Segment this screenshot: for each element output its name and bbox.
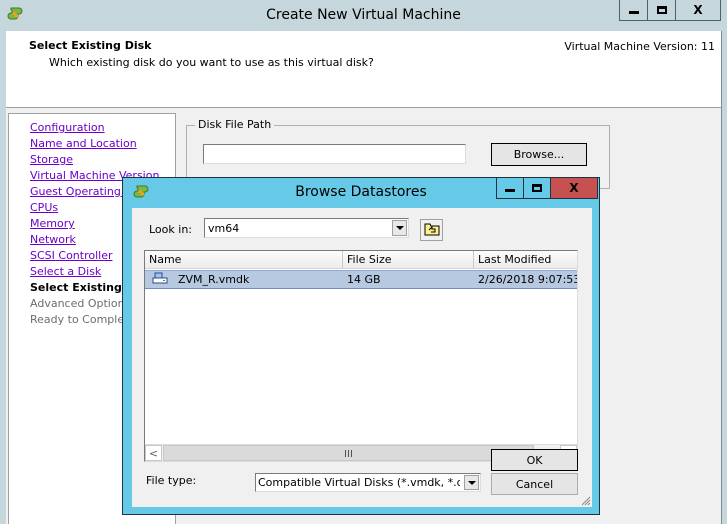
dialog-maximize-button[interactable] xyxy=(524,178,551,198)
file-size-cell: 14 GB xyxy=(347,273,381,286)
dialog-window-controls: X xyxy=(496,178,598,199)
virtual-disk-icon xyxy=(152,272,168,287)
chevron-left-icon: < xyxy=(148,446,159,460)
file-modified-cell: 2/26/2018 9:07:53 PM xyxy=(478,273,577,286)
look-in-dropdown-arrow[interactable] xyxy=(392,220,407,236)
nav-item-name-and-location[interactable]: Name and Location xyxy=(30,136,165,152)
ok-button[interactable]: OK xyxy=(491,449,578,471)
create-vm-window: Create New Virtual Machine X Select Exis… xyxy=(0,0,727,524)
scrollbar-thumb[interactable] xyxy=(163,445,534,461)
close-icon: X xyxy=(569,181,579,195)
file-name-cell: ZVM_R.vmdk xyxy=(145,272,343,287)
column-header-file-size[interactable]: File Size xyxy=(343,251,474,269)
main-titlebar[interactable]: Create New Virtual Machine X xyxy=(0,0,727,31)
minimize-icon xyxy=(628,10,639,14)
browse-button[interactable]: Browse... xyxy=(491,143,587,166)
up-one-level-button[interactable] xyxy=(420,219,443,241)
maximize-icon xyxy=(656,6,667,14)
look-in-value: vm64 xyxy=(208,222,240,235)
column-header-last-modified[interactable]: Last Modified xyxy=(474,251,577,269)
look-in-dropdown[interactable]: vm64 xyxy=(204,218,409,238)
column-header-name[interactable]: Name xyxy=(145,251,343,269)
dialog-titlebar[interactable]: Browse Datastores X xyxy=(123,178,599,206)
disk-file-path-input[interactable] xyxy=(203,144,466,164)
nav-item-storage[interactable]: Storage xyxy=(30,152,165,168)
vm-version-label: Virtual Machine Version: 11 xyxy=(564,40,715,53)
file-list-header: Name File Size Last Modified xyxy=(145,251,577,269)
close-icon: X xyxy=(693,3,703,17)
chevron-down-icon xyxy=(467,480,476,485)
grip-icon xyxy=(345,449,352,457)
wizard-header: Select Existing Disk Which existing disk… xyxy=(6,31,721,108)
close-button[interactable]: X xyxy=(676,0,720,20)
browse-datastores-dialog: Browse Datastores X Look in: vm64 Name F… xyxy=(122,177,600,515)
file-name: ZVM_R.vmdk xyxy=(178,273,250,286)
file-type-dropdown[interactable]: Compatible Virtual Disks (*.vmdk, *.dsk,… xyxy=(255,473,481,492)
file-row[interactable]: ZVM_R.vmdk 14 GB 2/26/2018 9:07:53 PM xyxy=(145,270,577,289)
page-subtitle: Which existing disk do you want to use a… xyxy=(49,56,374,69)
cancel-button[interactable]: Cancel xyxy=(491,473,578,495)
chevron-down-icon xyxy=(395,226,404,230)
file-type-value: Compatible Virtual Disks (*.vmdk, *.dsk,… xyxy=(258,476,460,489)
nav-item-configuration[interactable]: Configuration xyxy=(30,120,165,136)
file-type-label: File type: xyxy=(146,474,197,487)
maximize-button[interactable] xyxy=(648,0,676,20)
dialog-client-area: Look in: vm64 Name File Size Last Modifi… xyxy=(132,208,592,507)
dialog-minimize-button[interactable] xyxy=(497,178,524,198)
look-in-label: Look in: xyxy=(149,223,192,236)
page-title: Select Existing Disk xyxy=(29,39,152,52)
up-folder-icon xyxy=(424,222,440,239)
minimize-button[interactable] xyxy=(620,0,648,20)
resize-grip-icon[interactable] xyxy=(579,494,591,506)
disk-file-path-label: Disk File Path xyxy=(195,118,275,131)
minimize-icon xyxy=(505,188,515,192)
file-type-dropdown-arrow[interactable] xyxy=(464,475,479,490)
window-title: Create New Virtual Machine xyxy=(266,7,461,23)
maximize-icon xyxy=(532,184,542,192)
window-controls: X xyxy=(619,0,721,21)
window-right-border xyxy=(721,31,727,524)
scroll-left-button[interactable]: < xyxy=(145,445,162,461)
dialog-close-button[interactable]: X xyxy=(551,178,597,198)
file-list[interactable]: Name File Size Last Modified ZVM_R.vmdk … xyxy=(144,250,578,462)
